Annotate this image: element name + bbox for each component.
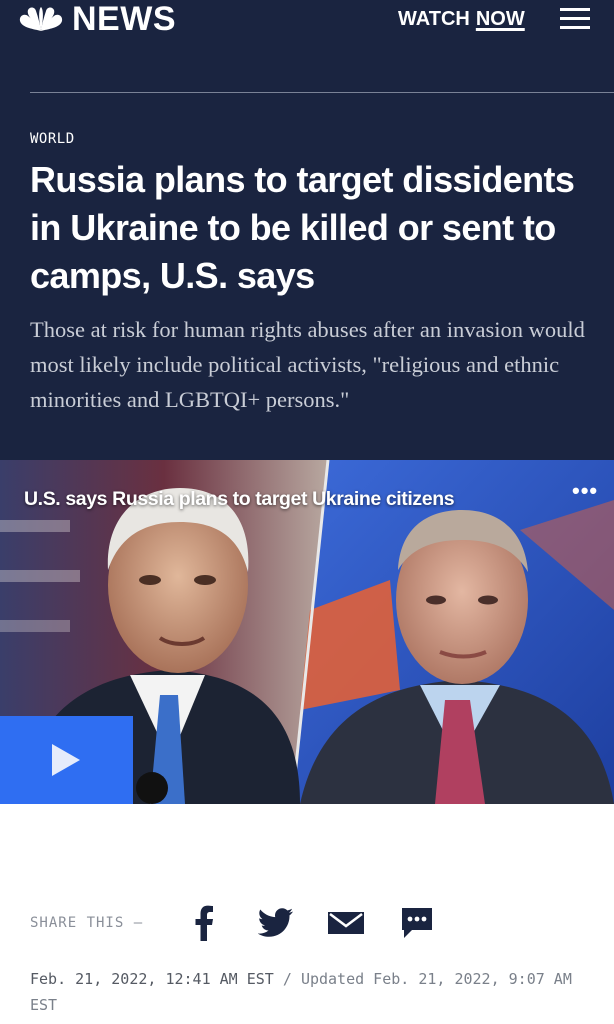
play-button[interactable]	[0, 716, 133, 804]
share-label: SHARE THIS —	[30, 915, 144, 931]
sms-icon[interactable]	[400, 906, 434, 940]
section-label[interactable]: WORLD	[30, 131, 75, 147]
nbc-news-logo[interactable]: NEWS	[16, 2, 176, 36]
dateline-separator: /	[273, 970, 301, 988]
peacock-icon	[19, 7, 63, 32]
play-icon	[52, 744, 80, 776]
email-icon[interactable]	[328, 912, 364, 934]
article-header-area: NEWS WATCH NOW WORLD Russia plans to targ…	[0, 0, 614, 460]
article-headline: Russia plans to target dissidents in Ukr…	[30, 159, 575, 296]
video-title: U.S. says Russia plans to target Ukraine…	[24, 488, 455, 510]
logo-text: NEWS	[72, 0, 176, 38]
header-divider	[30, 92, 614, 93]
now-label: NOW	[475, 8, 525, 30]
watch-label: WATCH	[398, 8, 470, 30]
published-time: Feb. 21, 2022, 12:41 AM EST	[30, 970, 274, 988]
article-dek: Those at risk for human rights abuses af…	[30, 317, 585, 412]
facebook-icon[interactable]	[194, 905, 214, 941]
article-dateline: Feb. 21, 2022, 12:41 AM EST / Updated Fe…	[30, 966, 600, 1018]
hamburger-icon[interactable]	[560, 5, 592, 31]
twitter-icon[interactable]	[257, 908, 294, 938]
more-options-icon[interactable]: •••	[572, 478, 598, 504]
watch-now-link[interactable]: WATCH NOW	[398, 6, 525, 32]
share-bar: SHARE THIS —	[30, 905, 434, 941]
video-player[interactable]: U.S. says Russia plans to target Ukraine…	[0, 460, 614, 804]
site-header: NEWS WATCH NOW	[0, 0, 614, 40]
